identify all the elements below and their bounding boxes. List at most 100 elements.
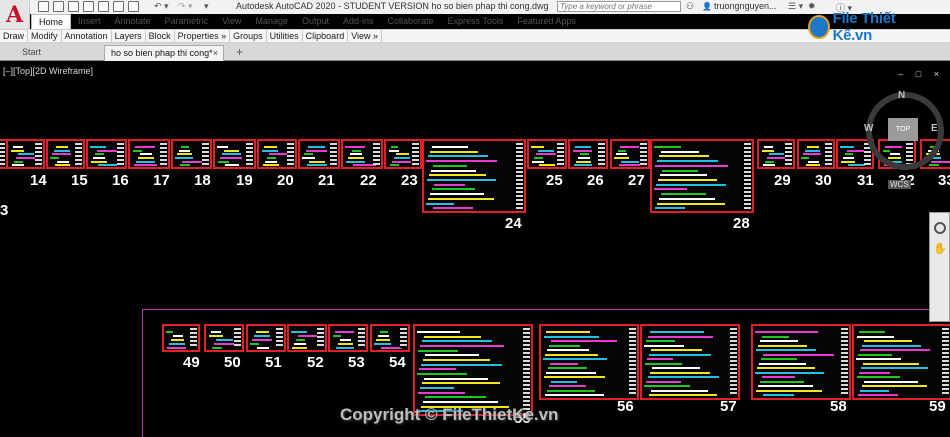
steering-wheel-icon[interactable] [934,222,946,234]
tab-insert[interactable]: Insert [71,14,108,29]
panel-clipboard[interactable]: Clipboard [303,30,349,42]
drawing-sheet[interactable] [527,139,567,169]
viewcube-top-face[interactable]: TOP [888,118,918,141]
binoculars-icon[interactable]: ⚇ [686,1,694,12]
sheet-number: 15 [71,172,88,189]
drawing-sheet[interactable] [86,139,127,169]
plot-icon[interactable] [128,1,139,12]
tab-view[interactable]: View [215,14,248,29]
tab-manage[interactable]: Manage [248,14,295,29]
panel-groups[interactable]: Groups [230,30,267,42]
tab-parametric[interactable]: Parametric [158,14,216,29]
search-input[interactable]: Type a keyword or phrase [557,1,681,12]
viewport-label[interactable]: [–][Top][2D Wireframe] [3,66,93,76]
sheet-number: 18 [194,172,211,189]
sheet-linework [345,146,365,148]
undo-icon[interactable]: ↶ ▾ [154,1,169,12]
compass-north[interactable]: N [898,90,905,101]
drawing-sheet[interactable] [171,139,212,169]
new-tab-button[interactable]: + [230,45,249,61]
sheet-linework [308,146,325,148]
viewport-window-controls[interactable]: – □ × [898,69,944,79]
drawing-sheet[interactable] [341,139,383,169]
sheet-linework [224,149,240,152]
user-account[interactable]: truongnguyen... [702,1,777,11]
panel-view[interactable]: View » [348,30,383,42]
sheet-linework [57,160,69,163]
tab-home[interactable]: Home [31,14,72,29]
panel-modify[interactable]: Modify [28,30,62,42]
drawing-viewport[interactable]: [–][Top][2D Wireframe] – □ × 3 14 15 16 17 18… [0,62,950,437]
sheet-linework [134,164,157,167]
sheet-number: 19 [236,172,253,189]
sheet-linework [140,153,153,156]
sheet-linework [660,174,708,177]
drawing-sheet[interactable] [46,139,85,169]
sheet-linework [762,149,775,152]
drawing-sheet[interactable] [568,139,608,169]
panel-block[interactable]: Block [146,30,175,42]
drawing-sheet[interactable] [610,139,650,169]
title-block [160,143,167,165]
drawing-sheet[interactable] [257,139,297,169]
exchange-icon[interactable]: ✹ [808,1,816,12]
sheet-content [654,143,743,210]
sheet-linework [578,157,590,159]
sheet-number: 3 [0,202,9,219]
compass-west[interactable]: W [864,123,873,134]
sheet-number: 21 [318,172,335,189]
sheet-linework [805,149,820,152]
sheet-linework [531,146,544,148]
cart-icon[interactable]: ☰ ▾ [788,1,803,12]
drawing-sheet[interactable] [384,139,422,169]
drawing-sheet[interactable] [650,139,754,213]
sheet-linework [55,164,70,167]
tab-output[interactable]: Output [295,14,336,29]
panel-properties[interactable]: Properties » [175,30,231,42]
drawing-sheet[interactable] [298,139,340,169]
drawing-sheet[interactable] [213,139,256,169]
sheet-linework [90,146,107,148]
drawing-sheet[interactable] [128,139,170,169]
save-icon[interactable] [68,1,79,12]
sheet-linework [657,160,719,163]
panel-annotation[interactable]: Annotation [62,30,112,42]
panel-draw[interactable]: Draw [0,30,29,42]
title-block [516,143,523,209]
sheet-linework [662,169,698,172]
drawing-sheet[interactable] [797,139,835,169]
compass-east[interactable]: E [931,123,938,134]
tab-express-tools[interactable]: Express Tools [441,14,511,29]
tab-featured-apps[interactable]: Featured Apps [510,14,583,29]
wcs-menu[interactable]: WCS [888,180,911,189]
drawing-sheet[interactable] [757,139,795,169]
sheet-linework [808,160,820,163]
sheet-linework [138,157,154,159]
tab-start[interactable]: Start [16,45,102,61]
sheet-linework [620,146,639,148]
save-web-icon[interactable] [113,1,124,12]
redo-icon[interactable]: ↷ ▾ [178,1,193,12]
open-web-icon[interactable] [98,1,109,12]
tab-collaborate[interactable]: Collaborate [381,14,441,29]
new-file-icon[interactable] [38,1,49,12]
save-as-icon[interactable] [83,1,94,12]
close-icon[interactable]: × [213,46,218,61]
sheet-linework [655,207,686,210]
tab-drawing[interactable]: ho so bien phap thi cong* × [104,45,224,61]
open-file-icon[interactable] [53,1,64,12]
sheet-linework [655,164,728,167]
title-block [785,143,792,165]
drawing-sheet[interactable] [422,139,526,213]
panel-utilities[interactable]: Utilities [267,30,303,42]
sheet-linework [136,160,156,163]
tab-annotate[interactable]: Annotate [108,14,158,29]
customize-qat-icon[interactable]: ▾ [204,1,209,12]
sheet-number: 20 [277,172,294,189]
sheet-linework [434,183,466,186]
tab-add-ins[interactable]: Add-ins [336,14,381,29]
drawing-sheet[interactable] [6,139,45,169]
panel-layers[interactable]: Layers [112,30,146,42]
pan-hand-icon[interactable]: ✋ [933,242,947,255]
application-menu-button[interactable]: A [0,0,30,30]
